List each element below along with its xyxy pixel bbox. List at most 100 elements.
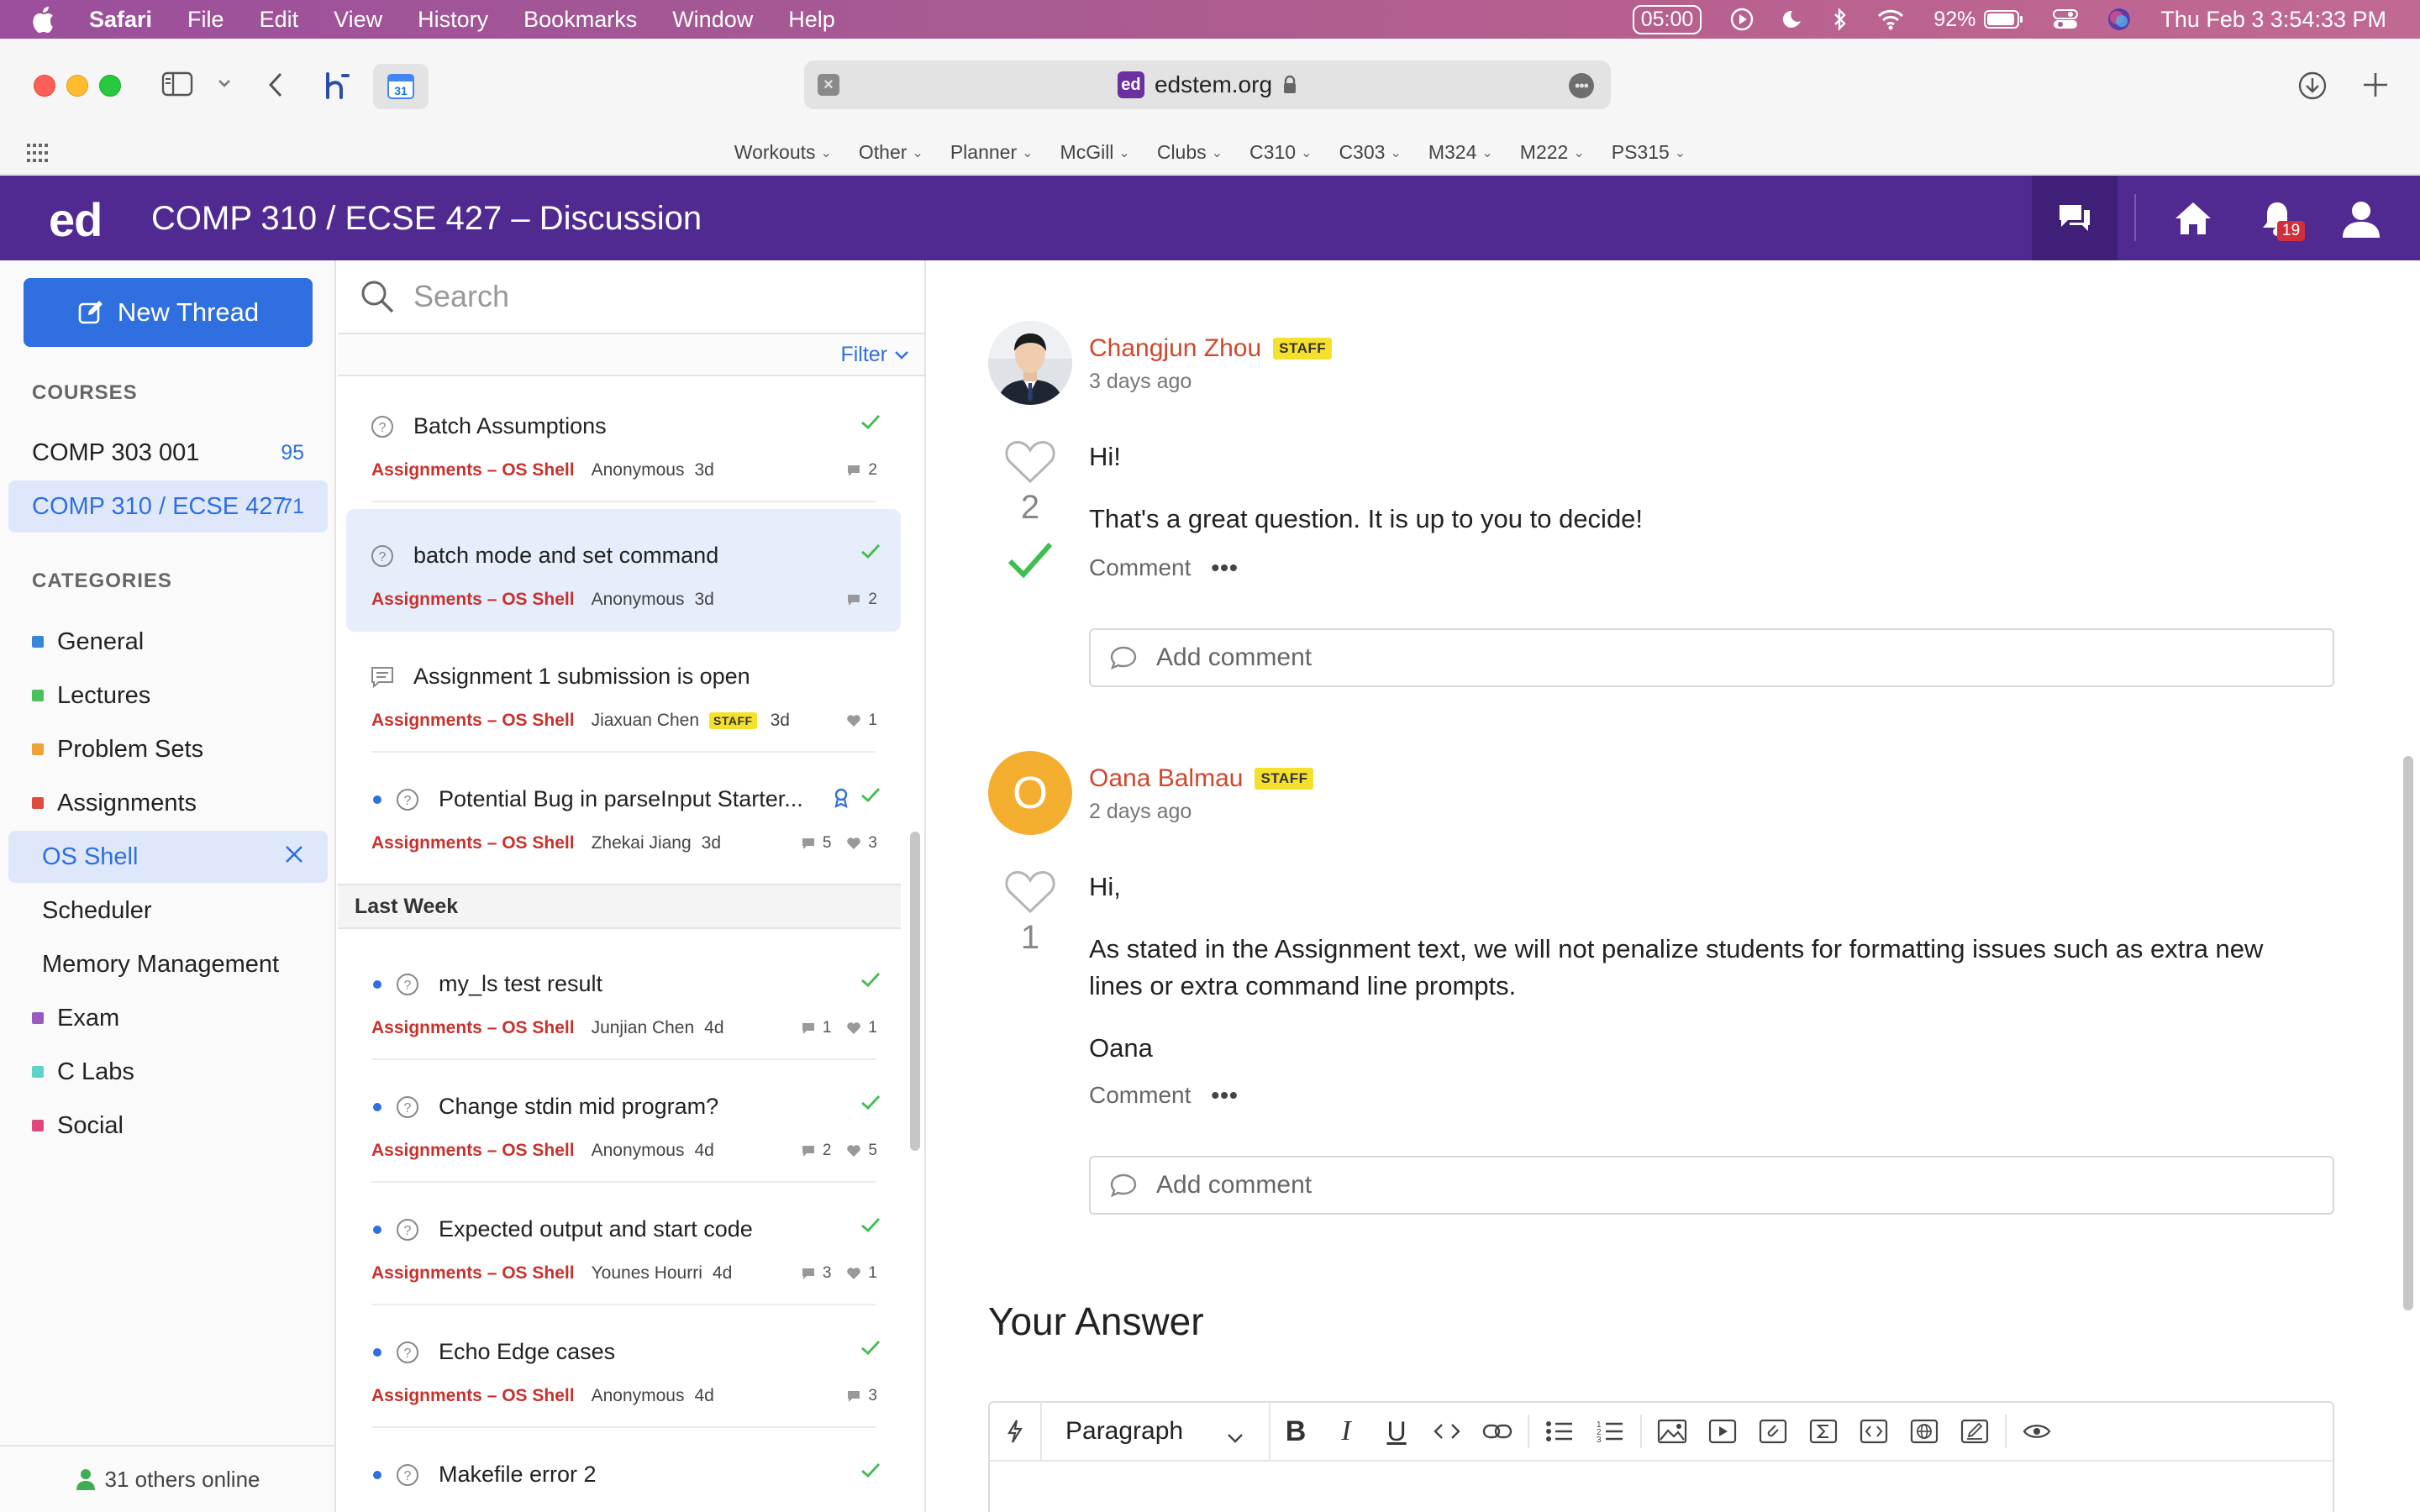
italic-button[interactable]: I — [1321, 1402, 1371, 1461]
thread-item[interactable]: ? Batch Assumptions Assignments – OS She… — [346, 380, 901, 502]
bookmark-folder-m222[interactable]: M222 ⌄ — [1520, 141, 1585, 164]
account-button[interactable] — [2328, 176, 2395, 260]
bullet-list-button[interactable] — [1534, 1402, 1585, 1461]
new-thread-button[interactable]: New Thread — [24, 278, 313, 347]
avatar[interactable]: O — [988, 751, 1072, 835]
sidebar-chevron-down-icon[interactable] — [217, 77, 232, 89]
bookmark-folder-other[interactable]: Other ⌄ — [859, 141, 923, 164]
accepted-answer-check-icon[interactable] — [1007, 539, 1054, 581]
thread-item[interactable]: ? Change stdin mid program? Assignments … — [346, 1060, 901, 1183]
math-button[interactable] — [1798, 1402, 1849, 1461]
author-name[interactable]: Changjun Zhou STAFF — [1089, 334, 1333, 363]
bookmark-folder-m324[interactable]: M324 ⌄ — [1428, 141, 1493, 164]
course-item-comp310[interactable]: COMP 310 / ECSE 427 71 — [8, 480, 328, 533]
close-window-button[interactable] — [34, 75, 55, 97]
ed-logo[interactable]: ed — [49, 192, 103, 247]
filter-dropdown[interactable]: Filter — [840, 343, 909, 367]
numbered-list-button[interactable]: 123 — [1585, 1402, 1635, 1461]
notifications-button[interactable]: 19 — [2244, 176, 2311, 260]
add-comment-input[interactable]: Add comment — [1089, 1156, 2334, 1215]
play-icon[interactable] — [1730, 8, 1754, 31]
attach-file-button[interactable] — [1748, 1402, 1798, 1461]
category-general[interactable]: General — [8, 616, 328, 668]
downloads-icon[interactable] — [2297, 71, 2328, 101]
new-tab-icon[interactable] — [2361, 71, 2390, 99]
thread-list-scrollbar[interactable] — [910, 832, 920, 1151]
avatar[interactable] — [988, 321, 1072, 405]
menu-bookmarks[interactable]: Bookmarks — [523, 7, 637, 33]
link-button[interactable] — [1472, 1402, 1523, 1461]
bookmark-folder-c310[interactable]: C310 ⌄ — [1249, 141, 1312, 164]
category-c-labs[interactable]: C Labs — [8, 1046, 328, 1098]
menu-view[interactable]: View — [334, 7, 382, 33]
menu-help[interactable]: Help — [788, 7, 835, 33]
content-scrollbar[interactable] — [2403, 756, 2413, 1310]
answer-editor[interactable]: Paragraph B I U 123 — [988, 1401, 2334, 1512]
draw-button[interactable] — [1949, 1402, 2000, 1461]
preview-button[interactable] — [2012, 1402, 2062, 1461]
bookmark-folder-workouts[interactable]: Workouts ⌄ — [734, 141, 832, 164]
thread-item[interactable]: Assignment 1 submission is open Assignme… — [346, 630, 901, 753]
apple-menu-icon[interactable] — [30, 5, 55, 34]
web-snippet-button[interactable] — [1899, 1402, 1949, 1461]
comment-button[interactable]: Comment — [1089, 554, 1191, 581]
heart-like-button[interactable] — [1003, 438, 1057, 486]
bookmark-folder-clubs[interactable]: Clubs ⌄ — [1157, 141, 1223, 164]
search-bar[interactable]: Search — [338, 260, 924, 334]
heart-like-button[interactable] — [1003, 869, 1057, 916]
lightning-button[interactable] — [990, 1402, 1040, 1461]
sidebar-toggle-icon[interactable] — [161, 71, 193, 97]
course-item-comp303[interactable]: COMP 303 001 95 — [8, 427, 328, 479]
hypothesis-extension-icon[interactable] — [321, 69, 355, 102]
inline-code-button[interactable] — [1422, 1402, 1472, 1461]
code-block-button[interactable] — [1849, 1402, 1899, 1461]
home-nav-button[interactable] — [2160, 176, 2227, 260]
paragraph-style-select[interactable]: Paragraph — [1040, 1402, 1270, 1461]
clock[interactable]: Thu Feb 3 3:54:33 PM — [2160, 7, 2386, 33]
insert-video-button[interactable] — [1697, 1402, 1748, 1461]
menu-history[interactable]: History — [418, 7, 488, 33]
bluetooth-icon[interactable] — [1833, 8, 1848, 31]
menu-app-name[interactable]: Safari — [89, 7, 152, 33]
thread-item-selected[interactable]: ? batch mode and set command Assignments… — [346, 509, 901, 632]
more-options-icon[interactable]: ••• — [1211, 554, 1238, 581]
more-options-icon[interactable]: ••• — [1211, 1082, 1238, 1109]
comment-button[interactable]: Comment — [1089, 1082, 1191, 1109]
bookmark-folder-ps315[interactable]: PS315 ⌄ — [1612, 141, 1686, 164]
add-comment-input[interactable]: Add comment — [1089, 628, 2334, 687]
bold-button[interactable]: B — [1270, 1402, 1321, 1461]
category-assignments[interactable]: Assignments — [8, 777, 328, 829]
timer-status[interactable]: 05:00 — [1632, 4, 1702, 34]
moon-icon[interactable] — [1782, 8, 1804, 30]
thread-item[interactable]: ? Expected output and start code Assignm… — [346, 1183, 901, 1305]
menu-edit[interactable]: Edit — [260, 7, 299, 33]
underline-button[interactable]: U — [1371, 1402, 1422, 1461]
apps-grid-icon[interactable] — [27, 144, 49, 167]
zoom-window-button[interactable] — [99, 75, 121, 97]
category-problem-sets[interactable]: Problem Sets — [8, 723, 328, 775]
online-users[interactable]: 31 others online — [0, 1445, 336, 1512]
clear-filter-close-icon[interactable] — [284, 843, 304, 871]
minimize-window-button[interactable] — [66, 75, 88, 97]
category-exam[interactable]: Exam — [8, 992, 328, 1044]
subcategory-scheduler[interactable]: Scheduler — [8, 885, 328, 937]
siri-icon[interactable] — [2107, 7, 2132, 32]
bookmark-folder-mcgill[interactable]: McGill ⌄ — [1060, 141, 1130, 164]
insert-image-button[interactable] — [1647, 1402, 1697, 1461]
menu-window[interactable]: Window — [672, 7, 753, 33]
discussion-nav-button[interactable] — [2032, 176, 2118, 260]
thread-item[interactable]: ? Echo Edge cases Assignments – OS Shell… — [346, 1305, 901, 1428]
thread-item[interactable]: ? Potential Bug in parseInput Starter...… — [346, 753, 901, 875]
thread-item[interactable]: ? Makefile error 2 — [346, 1428, 901, 1512]
search-input[interactable]: Search — [413, 279, 509, 314]
category-lectures[interactable]: Lectures — [8, 669, 328, 722]
back-icon[interactable] — [267, 71, 286, 99]
page-menu-icon[interactable]: ••• — [1569, 73, 1594, 98]
battery-icon[interactable] — [1984, 9, 2024, 29]
address-bar[interactable]: × ed edstem.org ••• — [804, 60, 1611, 109]
subcategory-memory-management[interactable]: Memory Management — [8, 938, 328, 990]
close-tab-icon[interactable]: × — [818, 74, 839, 96]
menu-file[interactable]: File — [187, 7, 224, 33]
category-social[interactable]: Social — [8, 1100, 328, 1152]
subcategory-os-shell[interactable]: OS Shell — [8, 831, 328, 883]
